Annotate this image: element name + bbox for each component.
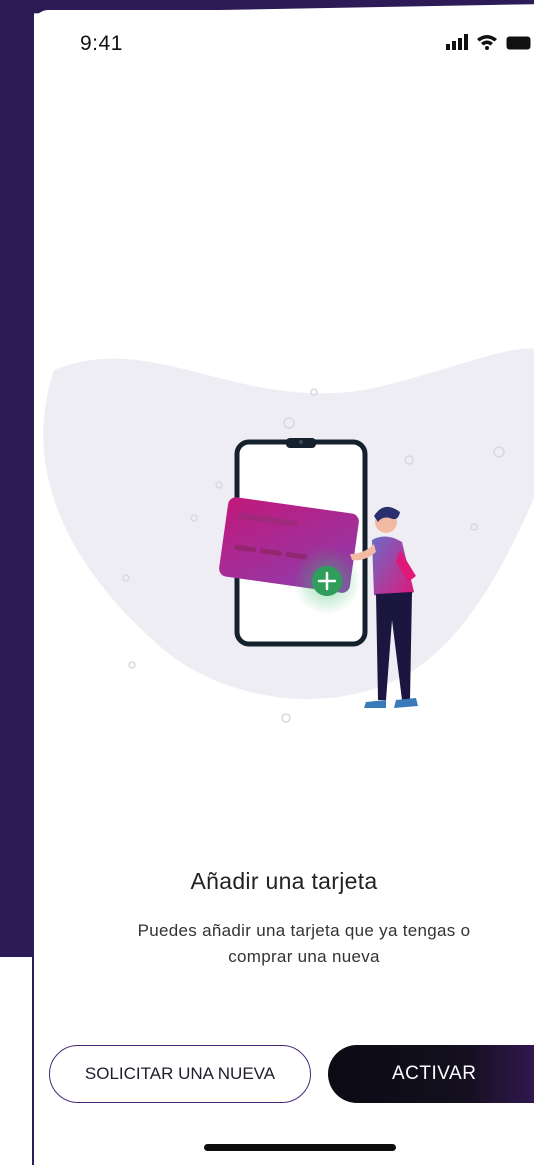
signal-icon — [446, 34, 468, 50]
description-line-2: comprar una nueva — [228, 947, 380, 966]
description-line-1: Puedes añadir una tarjeta que ya tengas … — [137, 921, 471, 940]
status-icons — [446, 34, 532, 50]
photo-frame-left — [0, 0, 34, 957]
activate-button[interactable]: ACTIVAR — [328, 1045, 534, 1103]
battery-icon — [506, 36, 531, 50]
request-new-card-button[interactable]: SOLICITAR UNA NUEVA — [49, 1045, 311, 1103]
page-description: Puedes añadir una tarjeta que ya tengas … — [104, 918, 504, 970]
status-time: 9:41 — [80, 32, 123, 55]
wifi-icon — [477, 35, 497, 50]
add-card-illustration — [43, 348, 534, 723]
page-title: Añadir una tarjeta — [190, 868, 378, 894]
home-indicator — [204, 1144, 396, 1151]
